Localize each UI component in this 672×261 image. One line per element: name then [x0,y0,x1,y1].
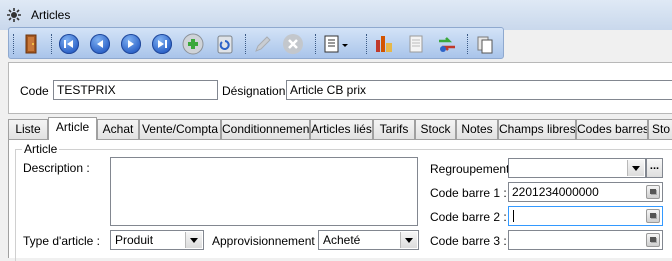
tab-articles-lies[interactable]: Articles liés [310,119,373,139]
add-record-icon[interactable] [181,32,205,56]
barcode3-field[interactable] [508,230,663,250]
type-article-value: Produit [115,233,154,247]
document-icon[interactable] [404,32,428,56]
tab-stock[interactable]: Stock [415,119,456,139]
tab-strip: Liste Article Achat Vente/Compta Conditi… [8,117,672,140]
tab-liste[interactable]: Liste [8,119,48,139]
toolbar-separator [51,34,53,54]
toolbar-separator [366,34,368,54]
barcode3-label: Code barre 3 : [430,234,507,248]
previous-record-icon[interactable] [88,32,112,56]
chevron-down-icon[interactable] [627,160,644,176]
description-label: Description : [23,161,90,175]
chevron-down-icon[interactable] [185,232,202,248]
barcode1-field[interactable]: 2201234000000 [508,182,663,202]
barcode-lookup-icon[interactable] [646,233,660,247]
app-icon [7,8,21,22]
tab-notes[interactable]: Notes [456,119,498,139]
text-cursor [513,210,514,222]
tab-stock-more[interactable]: Sto [648,119,672,139]
first-record-icon[interactable] [57,32,81,56]
approvisionnement-label: Approvisionnement : [212,234,322,248]
designation-field[interactable]: Article CB prix [286,80,672,100]
tab-champs-libres[interactable]: Champs libres [498,119,576,139]
barcode2-label: Code barre 2 : [430,210,507,224]
copy-icon[interactable] [473,32,497,56]
barcode2-field[interactable] [508,206,663,226]
title-bar: Articles [0,0,672,30]
tab-codes-barres[interactable]: Codes barres [576,119,648,139]
refresh-icon[interactable] [213,32,237,56]
approvisionnement-select[interactable]: Acheté [318,230,419,250]
record-header: Code : TESTPRIX Désignation : Article CB… [8,62,672,114]
regroupement-label: Regroupement : [430,162,517,176]
last-record-icon[interactable] [150,32,174,56]
chevron-down-icon[interactable] [400,232,417,248]
delete-icon[interactable] [281,32,305,56]
type-article-label: Type d'article : [23,234,100,248]
article-group: Article Description : Type d'article : P… [15,142,672,261]
designation-label: Désignation : [222,84,293,98]
barcode-lookup-icon[interactable] [646,185,660,199]
article-group-title: Article [22,142,60,156]
tab-achat[interactable]: Achat [97,119,139,139]
report-menu-icon[interactable] [322,32,352,56]
toolbar-separator [315,34,317,54]
next-record-icon[interactable] [119,32,143,56]
tab-conditionnement[interactable]: Conditionnement [221,119,310,139]
regroupement-select[interactable] [508,158,646,178]
barcode-lookup-icon[interactable] [646,209,660,223]
transfer-icon[interactable] [435,32,459,56]
article-panel: Article Description : Type d'article : P… [8,139,672,261]
type-article-select[interactable]: Produit [110,230,204,250]
code-field[interactable]: TESTPRIX [53,80,218,100]
description-textarea[interactable] [110,157,418,226]
toolbar-separator [245,34,247,54]
tab-vente-compta[interactable]: Vente/Compta [139,119,221,139]
approvisionnement-value: Acheté [323,233,361,247]
barcode1-label: Code barre 1 : [430,186,507,200]
edit-pencil-icon[interactable] [251,32,275,56]
tab-tarifs[interactable]: Tarifs [373,119,415,139]
barcode1-value: 2201234000000 [512,185,599,199]
toolbar-separator [13,34,15,54]
stock-chart-icon[interactable] [372,32,396,56]
code-label: Code : [20,84,56,98]
toolbar-separator [467,34,469,54]
regroupement-more-button[interactable]: ... [646,158,663,178]
tab-article[interactable]: Article [48,117,97,140]
toolbar [8,27,504,59]
window-title: Articles [31,8,71,22]
exit-door-icon[interactable] [19,32,43,56]
